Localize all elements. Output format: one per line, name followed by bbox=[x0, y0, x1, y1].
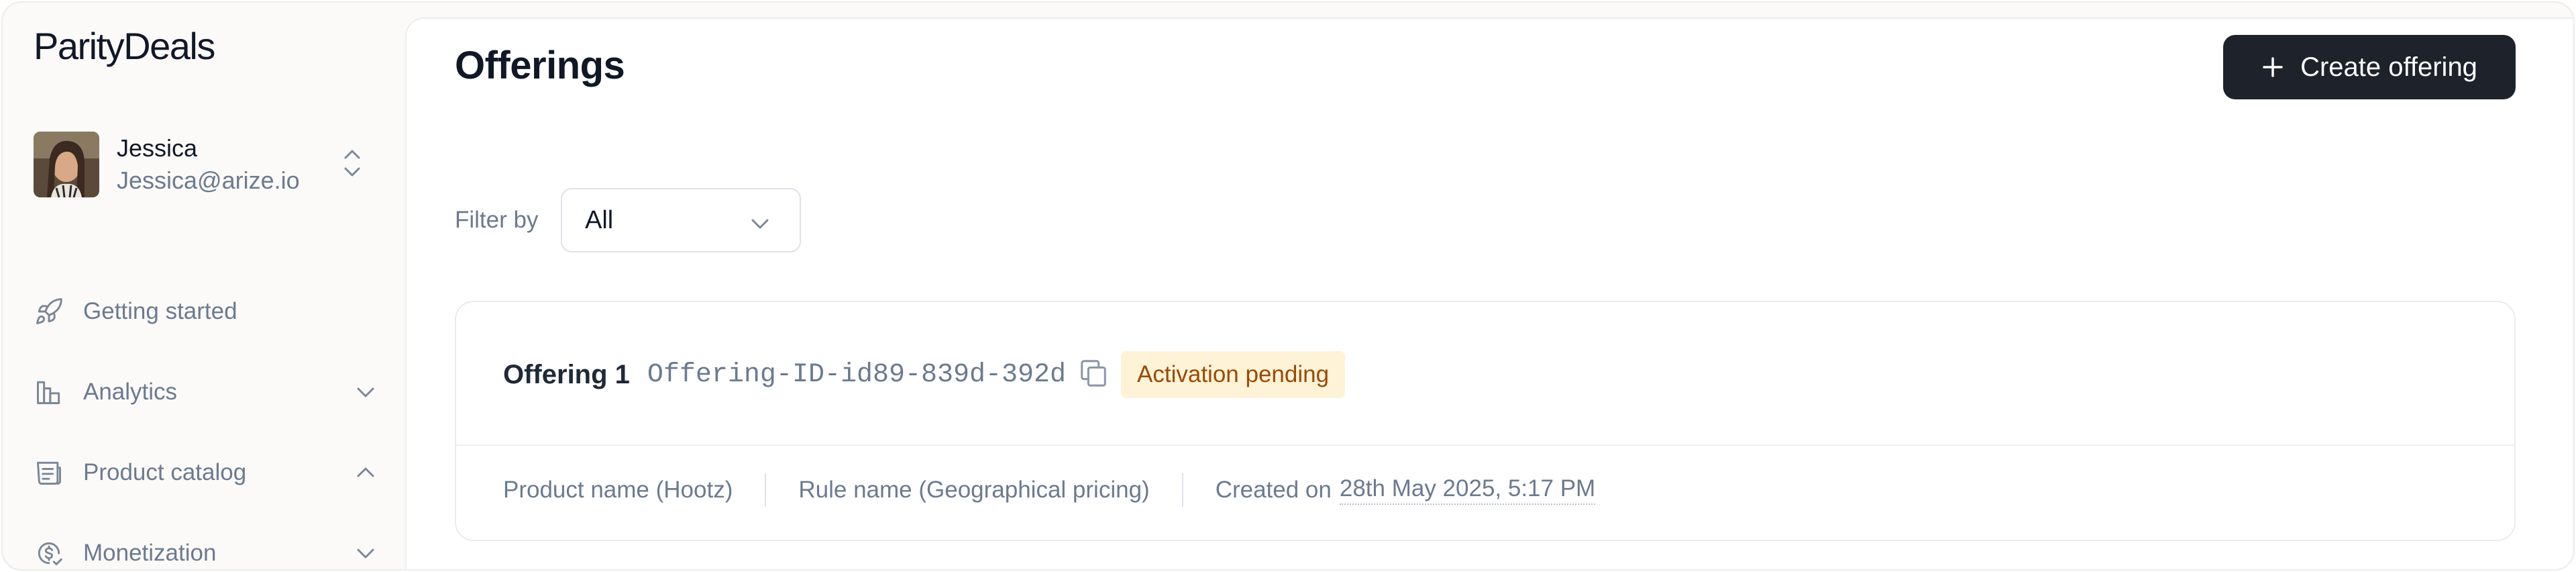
chevron-down-icon bbox=[750, 211, 770, 240]
sidebar: ParityDeals Jessica Jessica@arize.io Get… bbox=[3, 3, 402, 569]
bar-chart-icon bbox=[34, 377, 64, 408]
user-name: Jessica bbox=[117, 134, 198, 162]
sidebar-item-label: Analytics bbox=[83, 379, 178, 405]
plus-icon bbox=[2261, 50, 2284, 85]
chevron-down-icon[interactable] bbox=[356, 383, 376, 405]
catalog-icon bbox=[34, 457, 64, 488]
sidebar-item-label: Monetization bbox=[83, 540, 217, 566]
offering-id: Offering-ID-id89-839d-392d bbox=[647, 359, 1067, 390]
user-email: Jessica@arize.io bbox=[117, 166, 300, 194]
app-logo[interactable]: ParityDeals bbox=[34, 24, 215, 68]
status-badge: Activation pending bbox=[1121, 351, 1346, 398]
created-prefix: Created on bbox=[1215, 477, 1332, 503]
chevron-down-icon[interactable] bbox=[356, 544, 376, 566]
sidebar-item-getting-started[interactable]: Getting started bbox=[34, 271, 376, 352]
avatar bbox=[34, 132, 99, 197]
chevron-up-down-icon[interactable] bbox=[342, 146, 362, 183]
create-offering-label: Create offering bbox=[2300, 52, 2477, 82]
filter-select[interactable]: All bbox=[561, 188, 801, 252]
sidebar-nav: Getting started Analytics Product catalo… bbox=[34, 271, 376, 569]
offering-name: Offering 1 bbox=[503, 359, 630, 389]
sidebar-item-label: Product catalog bbox=[83, 459, 247, 485]
filter-label: Filter by bbox=[455, 207, 539, 233]
product-name: Product name (Hootz) bbox=[503, 477, 733, 503]
rocket-icon bbox=[34, 296, 64, 327]
main-panel: Offerings Create offering Filter by All … bbox=[405, 17, 2572, 569]
filter-value: All bbox=[585, 205, 614, 234]
create-offering-button[interactable]: Create offering bbox=[2223, 35, 2516, 99]
page-title: Offerings bbox=[455, 44, 625, 87]
created-date: 28th May 2025, 5:17 PM bbox=[1339, 475, 1596, 505]
app-frame: ParityDeals Jessica Jessica@arize.io Get… bbox=[1, 1, 2575, 571]
sidebar-item-label: Getting started bbox=[83, 298, 237, 324]
sidebar-item-analytics[interactable]: Analytics bbox=[34, 352, 376, 432]
money-icon bbox=[34, 538, 64, 569]
copy-icon[interactable] bbox=[1078, 357, 1109, 393]
user-switcher[interactable]: Jessica Jessica@arize.io bbox=[34, 130, 369, 199]
chevron-up-icon[interactable] bbox=[356, 463, 376, 485]
card-divider bbox=[456, 444, 2514, 446]
rule-name: Rule name (Geographical pricing) bbox=[798, 477, 1150, 503]
sidebar-item-product-catalog[interactable]: Product catalog bbox=[34, 432, 376, 513]
offering-card[interactable]: Offering 1 Offering-ID-id89-839d-392d Ac… bbox=[455, 301, 2516, 541]
offering-meta: Product name (Hootz) Rule name (Geograph… bbox=[503, 470, 1596, 510]
sidebar-item-monetization[interactable]: Monetization bbox=[34, 513, 376, 569]
offering-card-header: Offering 1 Offering-ID-id89-839d-392d Ac… bbox=[503, 349, 1346, 400]
meta-divider bbox=[765, 473, 767, 507]
meta-divider bbox=[1181, 473, 1183, 507]
